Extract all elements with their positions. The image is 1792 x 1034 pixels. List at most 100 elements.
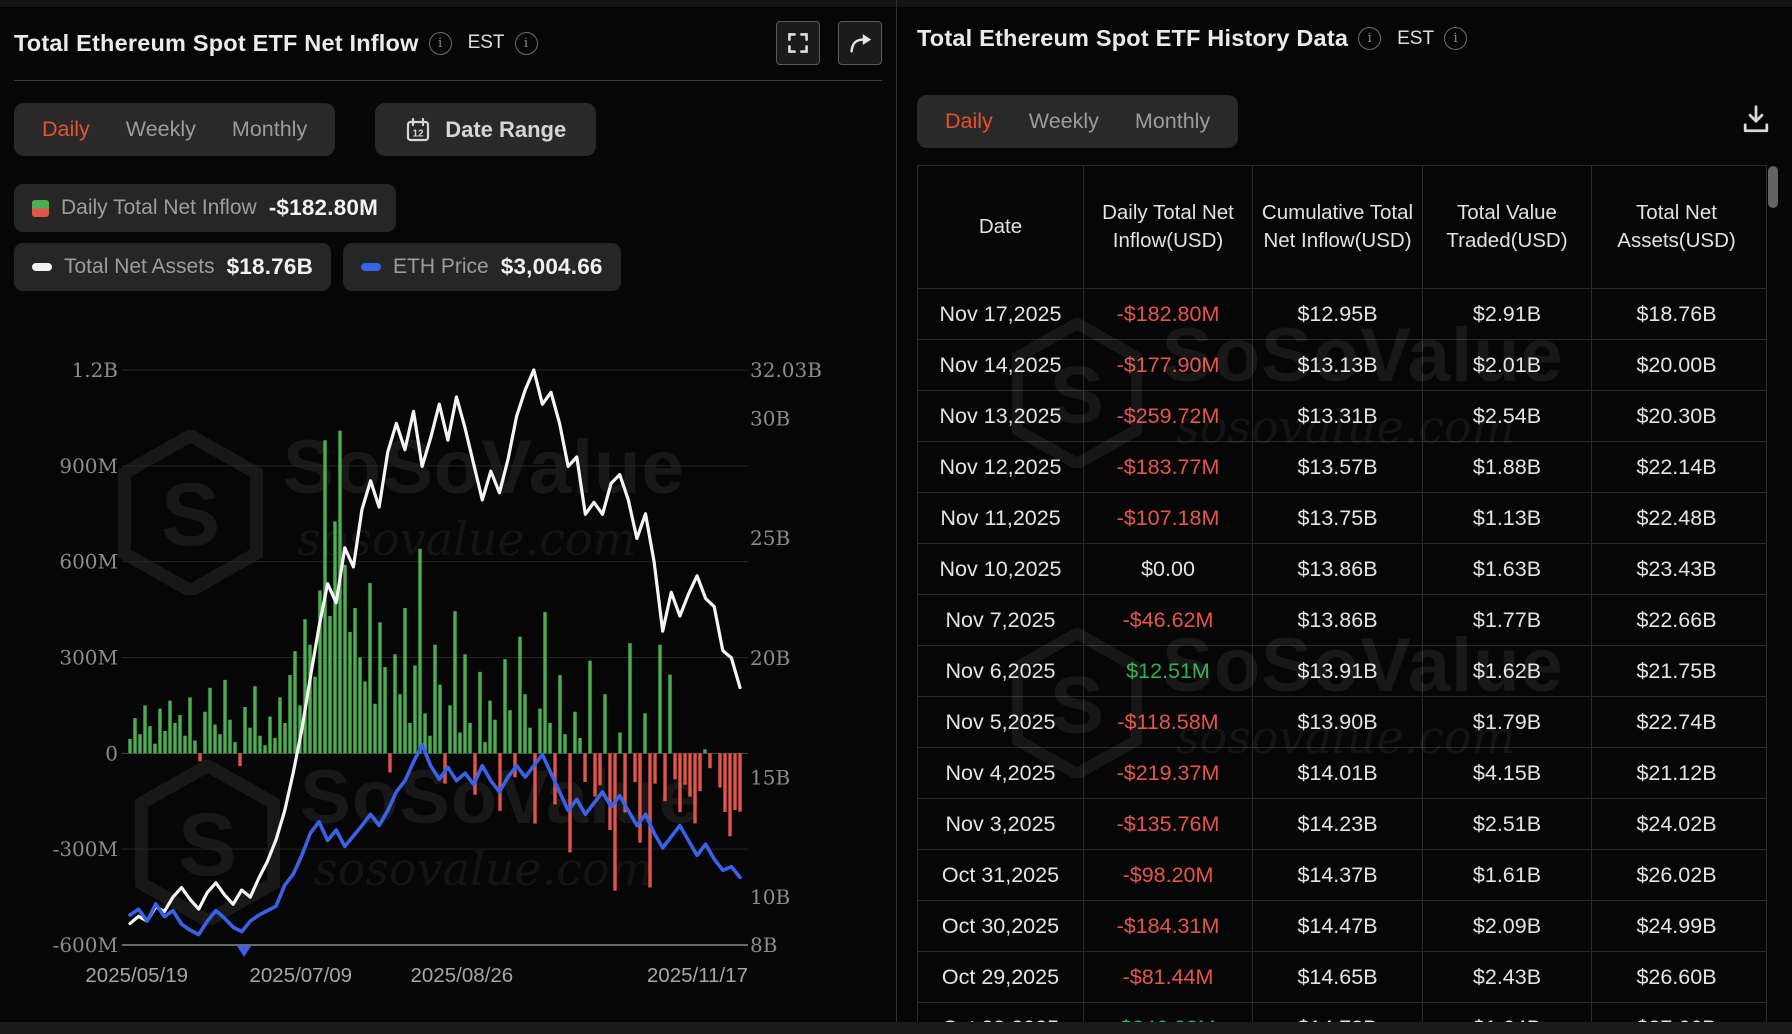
column-header: Total Value Traded(USD) xyxy=(1423,166,1592,288)
table-row[interactable]: Nov 7,2025 -$46.62M $13.86B $1.77B $22.66B xyxy=(918,594,1766,645)
table-row[interactable]: Nov 6,2025 $12.51M $13.91B $1.62B $21.75B xyxy=(918,645,1766,696)
svg-text:0: 0 xyxy=(105,741,118,765)
cell-cumulative: $14.23B xyxy=(1253,799,1423,849)
cell-daily-inflow: -$46.62M xyxy=(1084,595,1253,645)
table-row[interactable]: Oct 31,2025 -$98.20M $14.37B $1.61B $26.02B xyxy=(918,849,1766,900)
cell-date: Oct 28,2025 xyxy=(918,1003,1084,1023)
right-tab-monthly[interactable]: Monthly xyxy=(1135,109,1210,134)
svg-text:2025/07/09: 2025/07/09 xyxy=(249,964,352,987)
cell-daily-inflow: -$118.58M xyxy=(1084,697,1253,747)
cell-cumulative: $13.57B xyxy=(1253,442,1423,492)
cell-cumulative: $13.13B xyxy=(1253,340,1423,390)
legend-daily-net-inflow[interactable]: Daily Total Net Inflow -$182.80M xyxy=(14,184,397,232)
table-row[interactable]: Nov 13,2025 -$259.72M $13.31B $2.54B $20.30B xyxy=(918,390,1766,441)
fullscreen-icon[interactable] xyxy=(776,21,820,65)
history-table: Date Daily Total Net Inflow(USD) Cumulativ… xyxy=(917,165,1767,1023)
cell-assets: $18.76B xyxy=(1636,301,1717,326)
cell-traded: $2.09B xyxy=(1423,901,1592,951)
cell-cumulative: $12.95B xyxy=(1253,289,1423,339)
legend-total-net-assets[interactable]: Total Net Assets $18.76B xyxy=(14,243,332,291)
table-scrollbar[interactable] xyxy=(1768,166,1778,208)
svg-text:2025/11/17: 2025/11/17 xyxy=(647,964,748,987)
svg-text:20B: 20B xyxy=(750,646,790,670)
table-row[interactable]: Nov 4,2025 -$219.37M $14.01B $4.15B $21.12B xyxy=(918,747,1766,798)
cell-cumulative: $14.47B xyxy=(1253,901,1423,951)
info-icon[interactable] xyxy=(428,31,452,55)
net-inflow-chart[interactable]: 1.2B 900M 600M 300M 0 -300M -600M 32.03B 30B 25B 2… xyxy=(0,320,860,1020)
cell-traded: $1.79B xyxy=(1423,697,1592,747)
info-icon[interactable] xyxy=(1358,27,1382,50)
cell-traded: $1.62B xyxy=(1423,646,1592,696)
svg-text:10B: 10B xyxy=(750,885,790,909)
svg-text:30B: 30B xyxy=(750,407,790,431)
cell-assets: $22.14B xyxy=(1636,454,1717,479)
assets-line-legend-icon xyxy=(32,263,52,271)
cell-date: Nov 11,2025 xyxy=(918,493,1084,543)
cell-daily-inflow: -$135.76M xyxy=(1084,799,1253,849)
right-tab-daily[interactable]: Daily xyxy=(945,109,993,134)
svg-text:2025/08/26: 2025/08/26 xyxy=(411,964,514,987)
table-row[interactable]: Oct 28,2025$246.02M$14.73B$1.64B$27.66B xyxy=(918,1002,1766,1023)
cell-date: Nov 12,2025 xyxy=(918,442,1084,492)
cell-cumulative: $14.37B xyxy=(1253,850,1423,900)
cell-daily-inflow: $246.02M xyxy=(1084,1003,1253,1023)
cell-traded: $2.54B xyxy=(1423,391,1592,441)
legend-value: $3,004.66 xyxy=(500,254,603,279)
cell-daily-inflow: -$182.80M xyxy=(1084,289,1253,339)
table-row[interactable]: Nov 5,2025 -$118.58M $13.90B $1.79B $22.74B xyxy=(918,696,1766,747)
calendar-icon: 12 xyxy=(407,117,430,141)
left-tab-weekly[interactable]: Weekly xyxy=(126,117,196,142)
legend-eth-price[interactable]: ETH Price $3,004.66 xyxy=(343,243,621,291)
table-row[interactable]: Nov 12,2025 -$183.77M $13.57B $1.88B $22.14B xyxy=(918,441,1766,492)
table-row[interactable]: Oct 30,2025 -$184.31M $14.47B $2.09B $24.99B xyxy=(918,900,1766,951)
cell-date: Nov 3,2025 xyxy=(918,799,1084,849)
est-label: EST xyxy=(1397,27,1435,49)
legend-row-2: Total Net Assets $18.76B ETH Price $3,00… xyxy=(14,243,621,291)
svg-text:1.2B: 1.2B xyxy=(71,358,118,382)
left-panel-header: Total Ethereum Spot ETF Net Inflow EST xyxy=(14,21,882,65)
share-icon[interactable] xyxy=(838,21,882,65)
cell-daily-inflow: -$183.77M xyxy=(1084,442,1253,492)
table-row[interactable]: Nov 17,2025 -$182.80M $12.95B $2.91B $18.76B xyxy=(918,288,1766,339)
legend-label: Total Net Assets xyxy=(64,255,215,278)
right-panel-header: Total Ethereum Spot ETF History Data EST xyxy=(917,25,1777,52)
info-icon[interactable] xyxy=(514,31,538,55)
cell-cumulative: $13.91B xyxy=(1253,646,1423,696)
cell-assets: $20.30B xyxy=(1636,403,1717,428)
cell-traded: $1.88B xyxy=(1423,442,1592,492)
cell-assets: $22.48B xyxy=(1636,505,1717,530)
date-range-button[interactable]: 12 Date Range xyxy=(375,103,597,156)
column-header: Total Net Assets(USD) xyxy=(1617,201,1736,252)
cell-assets: $23.43B xyxy=(1636,556,1717,581)
header-divider xyxy=(14,80,882,81)
cell-traded: $1.61B xyxy=(1423,850,1592,900)
cell-assets: $21.12B xyxy=(1636,760,1717,785)
table-row[interactable]: Nov 3,2025 -$135.76M $14.23B $2.51B $24.02B xyxy=(918,798,1766,849)
cell-daily-inflow: -$107.18M xyxy=(1084,493,1253,543)
legend-value: -$182.80M xyxy=(268,195,379,220)
svg-text:-300M: -300M xyxy=(53,837,118,861)
svg-text:8B: 8B xyxy=(750,933,777,957)
cell-date: Oct 31,2025 xyxy=(918,850,1084,900)
cell-daily-inflow: -$259.72M xyxy=(1084,391,1253,441)
cell-traded: $4.15B xyxy=(1423,748,1592,798)
left-tab-monthly[interactable]: Monthly xyxy=(232,117,307,142)
svg-text:32.03B: 32.03B xyxy=(750,358,822,382)
cell-assets: $21.75B xyxy=(1636,658,1717,683)
table-row[interactable]: Nov 14,2025 -$177.90M $13.13B $2.01B $20.00B xyxy=(918,339,1766,390)
download-icon[interactable] xyxy=(1738,102,1774,143)
column-header: Date xyxy=(918,166,1084,288)
right-tab-weekly[interactable]: Weekly xyxy=(1029,109,1099,134)
left-controls: Daily Weekly Monthly 12 Date Range xyxy=(14,103,597,156)
cell-cumulative: $13.86B xyxy=(1253,595,1423,645)
left-tab-daily[interactable]: Daily xyxy=(42,117,90,142)
table-row[interactable]: Nov 11,2025 -$107.18M $13.75B $1.13B $22.48B xyxy=(918,492,1766,543)
eth-line-legend-icon xyxy=(361,263,382,271)
table-row[interactable]: Oct 29,2025 -$81.44M $14.65B $2.43B $26.60B xyxy=(918,951,1766,1002)
cell-daily-inflow: -$219.37M xyxy=(1084,748,1253,798)
svg-text:900M: 900M xyxy=(59,454,118,478)
cell-date: Nov 10,2025 xyxy=(918,544,1084,594)
svg-text:25B: 25B xyxy=(750,526,790,550)
info-icon[interactable] xyxy=(1444,27,1468,50)
table-row[interactable]: Nov 10,2025 $0.00 $13.86B $1.63B $23.43B xyxy=(918,543,1766,594)
